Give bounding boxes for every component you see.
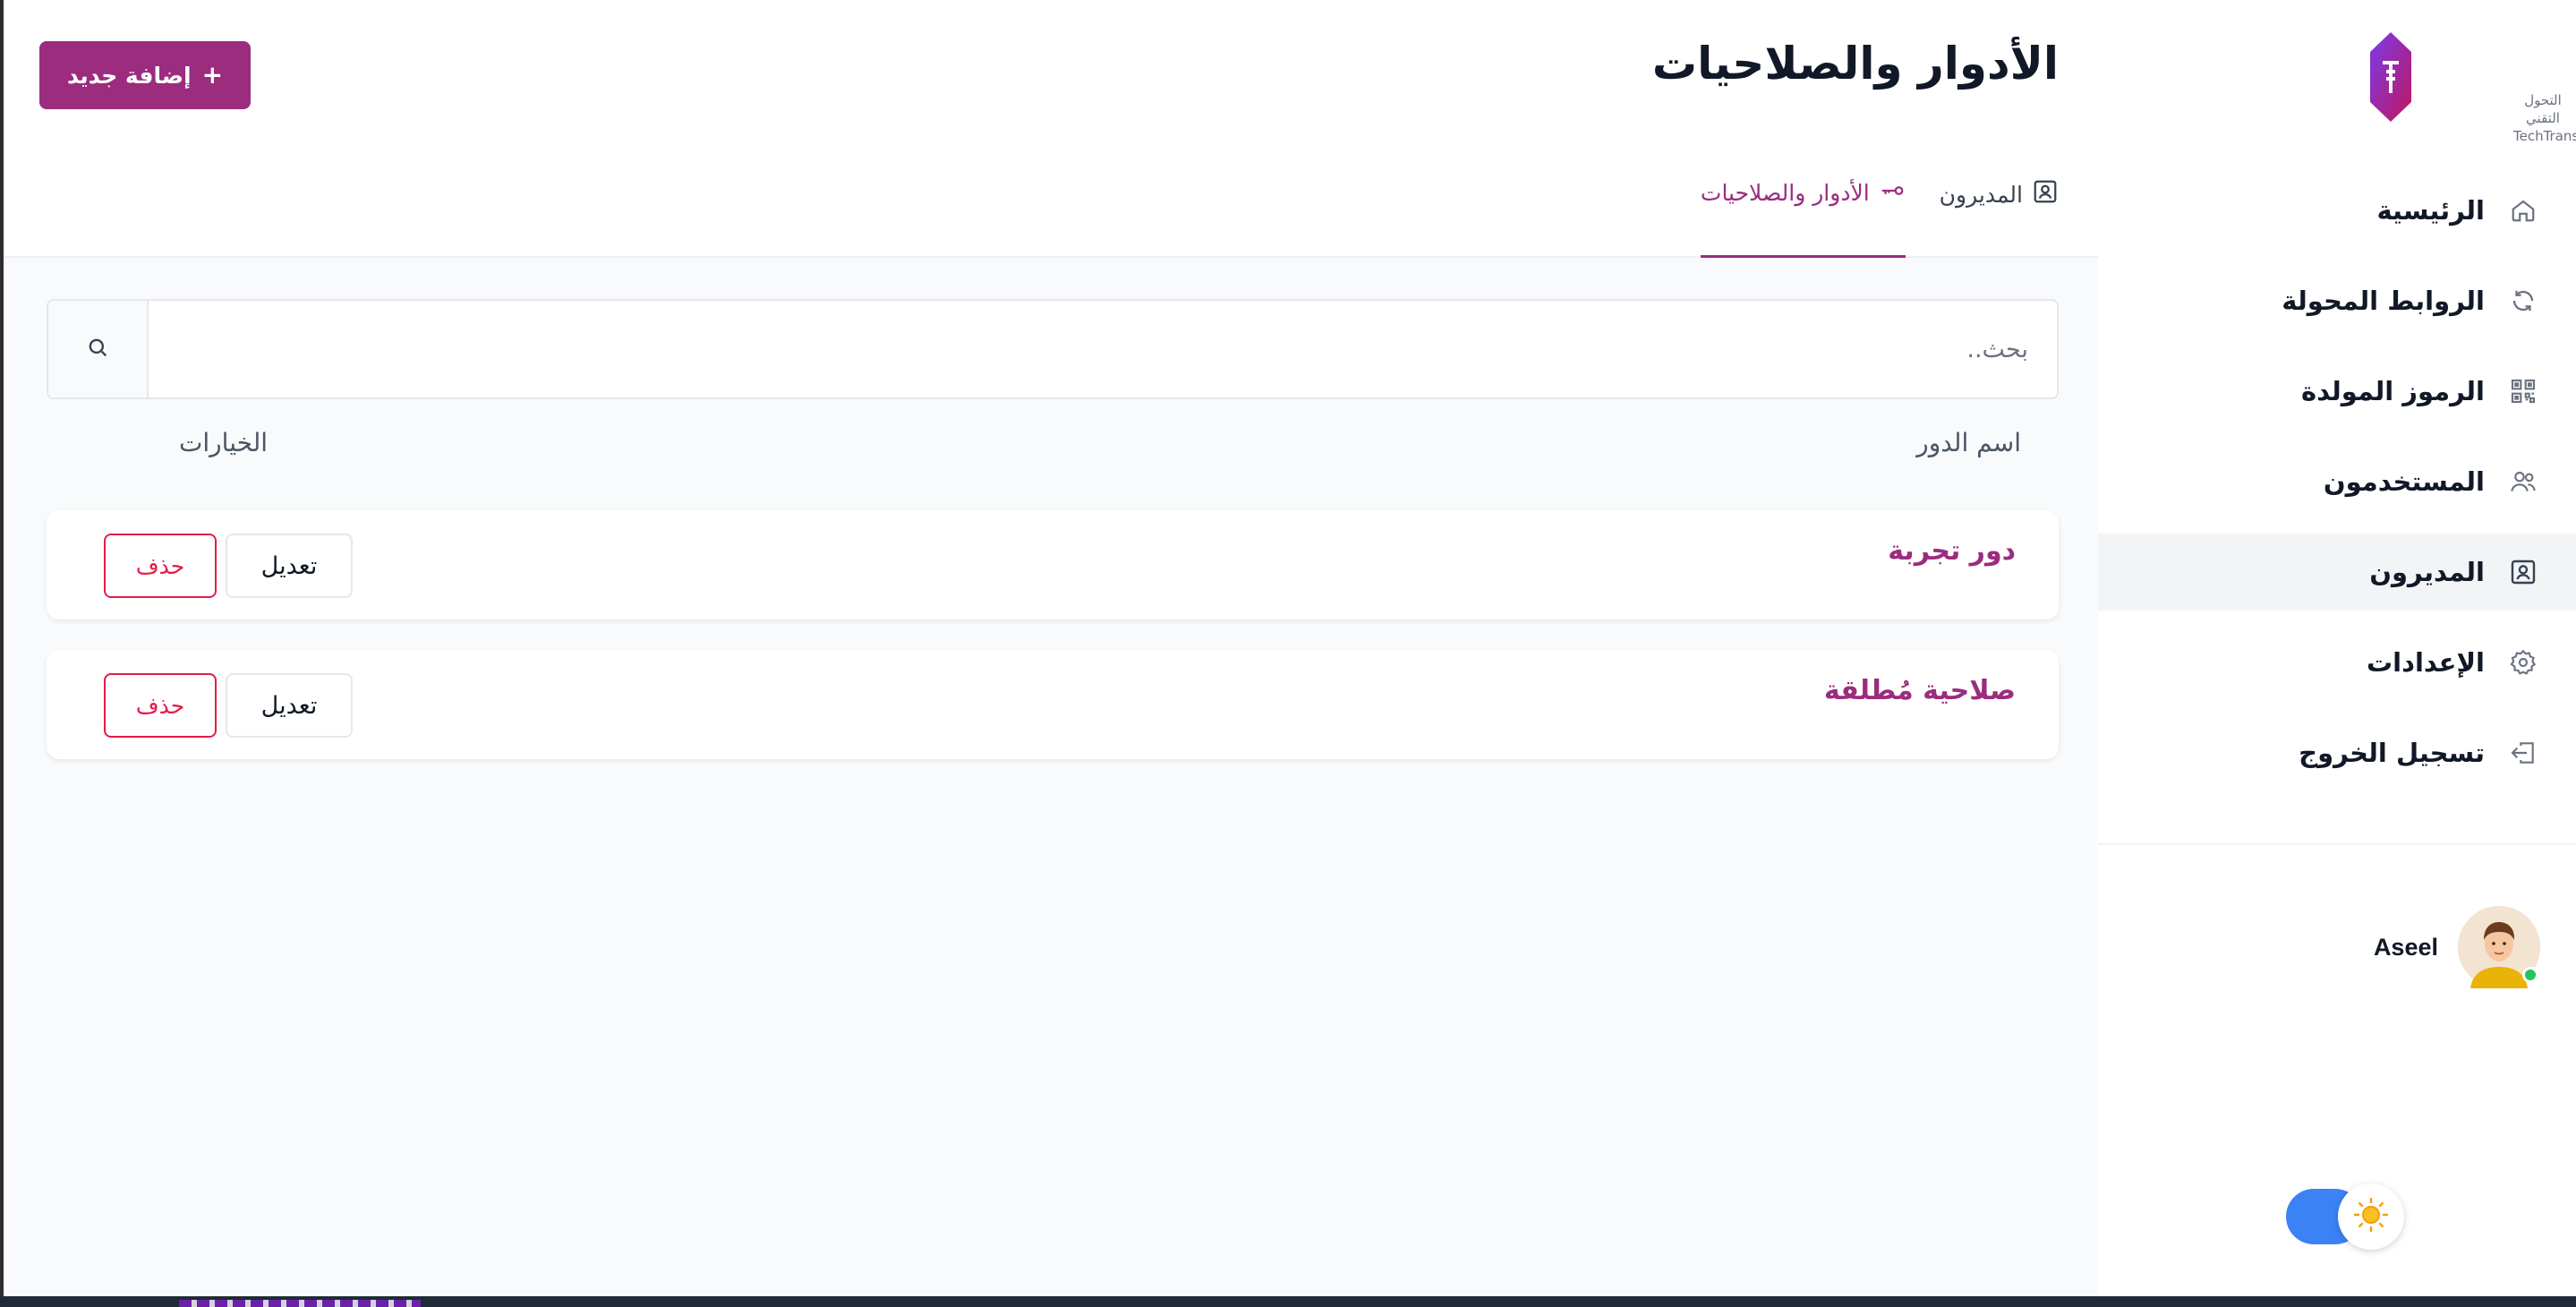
delete-button[interactable]: حذف <box>104 673 217 738</box>
taskbar-strip <box>0 1296 2576 1307</box>
search-button[interactable] <box>48 301 149 397</box>
tab-admins[interactable]: المديرون <box>1940 161 2059 258</box>
sidebar-item-label: الرموز المولدة <box>2300 376 2485 406</box>
user-name: Aseel <box>2373 933 2438 961</box>
brand-logo[interactable]: التحول التقني TechTrans <box>2306 32 2576 144</box>
main-content: الأدوار والصلاحيات + إضافة جديد المديرون <box>4 0 2098 1296</box>
online-status-indicator <box>2522 967 2538 983</box>
table-row: صلاحية مُطلقة تعديل حذف <box>47 650 2059 759</box>
add-new-label: إضافة جديد <box>66 62 192 89</box>
sidebar-nav: الرئيسية الروابط المحولة الرموز المولدة … <box>2098 172 2576 805</box>
tabs: المديرون الأدوار والصلاحيات <box>1700 161 2059 258</box>
home-icon <box>2506 193 2540 227</box>
logo-text-arabic: التحول التقني <box>2524 92 2562 126</box>
user-square-icon <box>2506 555 2540 589</box>
page-title: الأدوار والصلاحيات <box>1651 38 2059 90</box>
sidebar: التحول التقني TechTrans الرئيسية الروابط… <box>2098 0 2576 1296</box>
sidebar-item-generated-codes[interactable]: الرموز المولدة <box>2098 353 2576 430</box>
qr-code-icon <box>2506 374 2540 408</box>
sidebar-item-label: الروابط المحولة <box>2282 286 2485 316</box>
sun-icon <box>2351 1195 2391 1238</box>
role-name: دور تجربة <box>1888 535 2016 567</box>
search-icon <box>85 335 110 363</box>
sidebar-item-label: المديرون <box>2369 557 2485 587</box>
app-window: الأدوار والصلاحيات + إضافة جديد المديرون <box>4 0 2576 1296</box>
sidebar-divider <box>2098 843 2576 845</box>
taskbar-indicator <box>179 1300 421 1307</box>
tab-roles-label: الأدوار والصلاحيات <box>1700 180 1870 206</box>
refresh-icon <box>2506 284 2540 318</box>
table-row: دور تجربة تعديل حذف <box>47 510 2059 619</box>
column-header-options: الخيارات <box>179 428 269 457</box>
edit-button[interactable]: تعديل <box>226 673 353 738</box>
search-bar <box>47 299 2059 399</box>
logout-icon <box>2506 736 2540 770</box>
avatar[interactable] <box>2458 906 2540 988</box>
tab-roles-permissions[interactable]: الأدوار والصلاحيات <box>1700 161 1906 258</box>
sidebar-item-users[interactable]: المستخدمون <box>2098 443 2576 520</box>
gear-icon <box>2506 645 2540 679</box>
column-header-role-name: اسم الدور <box>1916 428 2021 457</box>
page-header: الأدوار والصلاحيات + إضافة جديد المديرون <box>4 0 2098 258</box>
tab-admins-label: المديرون <box>1939 181 2023 208</box>
sidebar-item-label: الإعدادات <box>2366 647 2485 678</box>
sidebar-item-admins[interactable]: المديرون <box>2098 534 2576 611</box>
theme-toggle[interactable] <box>2286 1183 2404 1250</box>
add-new-button[interactable]: + إضافة جديد <box>39 41 251 109</box>
sidebar-item-settings[interactable]: الإعدادات <box>2098 624 2576 701</box>
sidebar-item-label: المستخدمون <box>2323 466 2485 497</box>
user-square-icon <box>2032 178 2059 210</box>
sidebar-item-label: الرئيسية <box>2376 195 2485 226</box>
role-name: صلاحية مُطلقة <box>1823 675 2016 706</box>
user-profile[interactable]: Aseel <box>2374 906 2540 988</box>
logo-text-english: TechTrans <box>2513 128 2576 144</box>
users-icon <box>2506 465 2540 499</box>
search-input[interactable] <box>149 301 2057 397</box>
sidebar-item-logout[interactable]: تسجيل الخروج <box>2098 714 2576 791</box>
key-icon <box>1879 177 1906 209</box>
sidebar-item-home[interactable]: الرئيسية <box>2098 172 2576 249</box>
delete-button[interactable]: حذف <box>104 534 217 598</box>
theme-toggle-knob <box>2338 1183 2404 1250</box>
sidebar-item-label: تسجيل الخروج <box>2299 738 2485 768</box>
logo-mark-icon <box>2370 32 2411 122</box>
plus-icon: + <box>201 60 224 90</box>
sidebar-item-converted-links[interactable]: الروابط المحولة <box>2098 262 2576 339</box>
edit-button[interactable]: تعديل <box>226 534 353 598</box>
